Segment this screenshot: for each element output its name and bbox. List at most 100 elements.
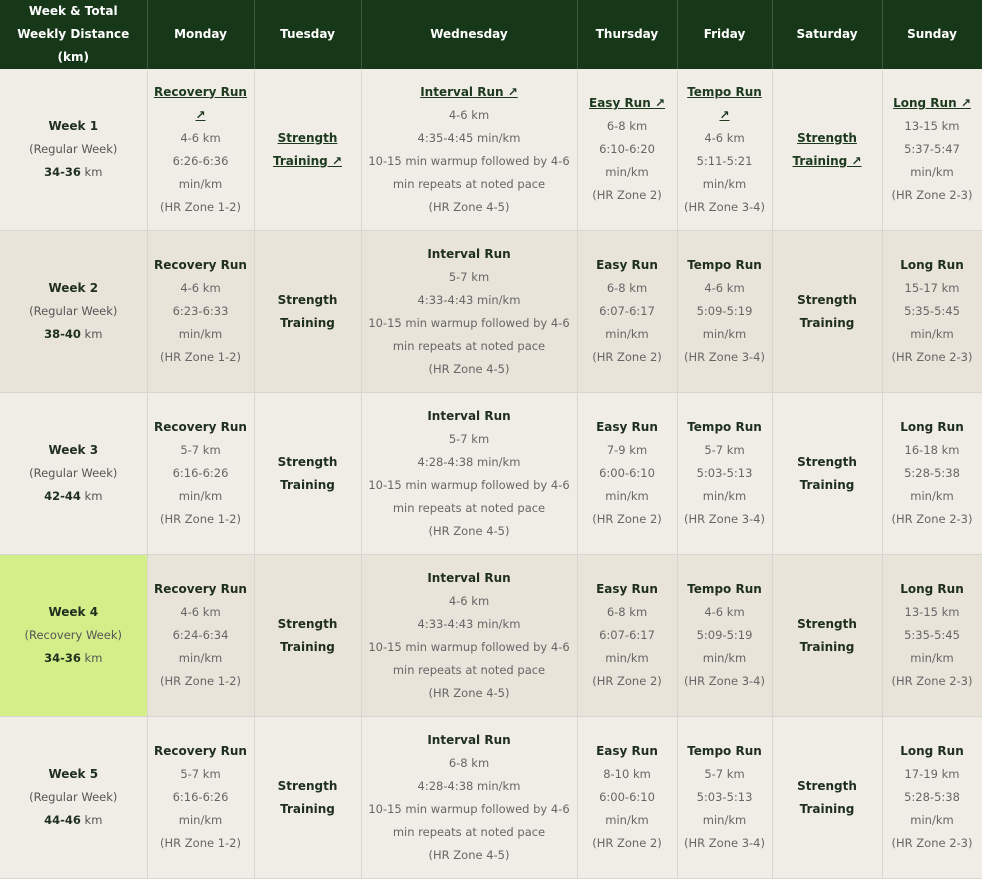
workout-detail: 4:33-4:43 min/km	[417, 616, 521, 631]
workout-detail: 6-8 km	[606, 119, 648, 133]
workout-name: Long Run	[900, 744, 964, 758]
workout-detail: (HR Zone 2-3)	[891, 836, 973, 850]
day-cell-saturday: Strength Training	[772, 554, 883, 717]
workout-detail: min/km	[702, 176, 747, 191]
workout-detail: 5:09-5:19	[696, 628, 753, 642]
week-title: Week 2	[48, 281, 99, 295]
week-type: (Recovery Week)	[24, 628, 122, 642]
header-sunday: Sunday	[882, 0, 982, 69]
workout-detail: 5-7 km	[180, 767, 221, 781]
workout-link[interactable]: Easy Run ↗	[582, 92, 673, 115]
header-week: Week & Total Weekly Distance (km)	[0, 0, 148, 69]
day-cell-wednesday: Interval Run 5-7 km 4:33-4:43 min/km 10-15 …	[361, 230, 578, 393]
workout-detail: 4-6 km	[704, 130, 745, 145]
workout-detail: (HR Zone 2)	[592, 836, 662, 850]
day-cell-tuesday: Strength Training	[254, 230, 362, 393]
day-cell-tuesday: Strength Training	[254, 716, 362, 879]
workout-name: Recovery Run	[154, 258, 247, 272]
workout-link[interactable]: Interval Run ↗	[366, 81, 573, 104]
workout-detail: min/km	[605, 489, 649, 503]
workout-name: Easy Run	[596, 420, 658, 434]
workout-detail: min/km	[178, 651, 223, 665]
workout-detail: min/km	[910, 813, 954, 827]
day-cell-wednesday: Interval Run 5-7 km 4:28-4:38 min/km 10-15 …	[361, 392, 578, 555]
workout-detail: 5:03-5:13	[696, 790, 753, 804]
workout-detail: 4-6 km	[448, 107, 490, 122]
workout-link[interactable]: Long Run ↗	[887, 92, 978, 115]
workout-name: Easy Run	[596, 744, 658, 758]
workout-detail: 6:00-6:10	[599, 466, 655, 480]
table-row: Week 3 (Regular Week) 42-44 km Recovery Run…	[0, 392, 982, 555]
day-cell-tuesday: Strength Training	[254, 392, 362, 555]
workout-name: Easy Run	[596, 258, 658, 272]
day-cell-monday: Recovery Run 4-6 km 6:24-6:34 min/km (HR Zon…	[147, 554, 255, 717]
week-title: Week 4	[48, 605, 99, 619]
workout-detail: (HR Zone 2-3)	[891, 350, 973, 364]
header-monday: Monday	[147, 0, 255, 69]
workout-name: Tempo Run	[687, 744, 762, 758]
workout-name: Interval Run	[427, 246, 511, 261]
table-row: Week 2 (Regular Week) 38-40 km Recovery Run…	[0, 230, 982, 393]
workout-detail: 5-7 km	[704, 443, 745, 457]
workout-detail: 10-15 min warmup followed by 4-6	[368, 153, 570, 168]
workout-detail: 17-19 km	[904, 767, 960, 781]
workout-detail: 4:28-4:38 min/km	[417, 454, 521, 469]
day-cell-friday: Tempo Run 5-7 km 5:03-5:13 min/km (HR Zone 3…	[677, 392, 773, 555]
workout-detail: (HR Zone 4-5)	[428, 847, 510, 862]
workout-detail: min/km	[178, 176, 223, 191]
workout-detail: 5:37-5:47	[904, 142, 960, 156]
day-cell-sunday: Long Run 13-15 km 5:35-5:45 min/km (HR Zone …	[882, 554, 982, 717]
workout-name: Interval Run	[427, 570, 511, 585]
workout-detail: 5-7 km	[704, 767, 745, 781]
workout-detail: min/km	[605, 651, 649, 665]
workout-name: Interval Run	[427, 408, 511, 423]
workout-detail: 4-6 km	[704, 281, 745, 295]
workout-detail: min/km	[605, 813, 649, 827]
workout-detail: 4-6 km	[180, 605, 221, 619]
workout-detail: (HR Zone 2-3)	[891, 674, 973, 688]
workout-name: Long Run	[900, 582, 964, 596]
workout-detail: 6:16-6:26	[172, 790, 229, 804]
workout-detail: min/km	[178, 489, 223, 503]
day-cell-friday: Tempo Run 4-6 km 5:09-5:19 min/km (HR Zone 3…	[677, 554, 773, 717]
workout-detail: min repeats at noted pace	[392, 176, 546, 191]
workout-detail: (HR Zone 1-2)	[160, 836, 241, 850]
workout-detail: 5:11-5:21	[696, 153, 753, 168]
workout-detail: 5-7 km	[448, 431, 490, 446]
strength-training-label: Strength Training	[797, 454, 857, 492]
week-type: (Regular Week)	[29, 142, 118, 156]
week-distance: 42-44 km	[44, 489, 103, 503]
workout-detail: min/km	[605, 165, 649, 179]
week-distance-value: 42-44	[44, 489, 81, 503]
workout-name: Recovery Run	[154, 582, 247, 596]
week-title: Week 5	[48, 767, 99, 781]
day-cell-saturday: Strength Training	[772, 392, 883, 555]
day-cell-saturday: Strength Training	[772, 716, 883, 879]
day-cell-wednesday: Interval Run 4-6 km 4:33-4:43 min/km 10-15 …	[361, 554, 578, 717]
day-cell-wednesday: Interval Run ↗ 4-6 km 4:35-4:45 min/km 10-1…	[361, 69, 578, 231]
workout-detail: 13-15 km	[904, 605, 960, 619]
day-cell-tuesday: Strength Training ↗	[254, 69, 362, 231]
header-row: Week & Total Weekly Distance (km) Monday…	[0, 0, 982, 69]
day-cell-thursday: Easy Run 6-8 km 6:07-6:17 min/km (HR Zone 2)	[577, 554, 678, 717]
workout-detail: 4:35-4:45 min/km	[417, 130, 521, 145]
day-cell-monday: Recovery Run 5-7 km 6:16-6:26 min/km (HR Zon…	[147, 716, 255, 879]
strength-training-label: Strength Training	[277, 616, 338, 654]
week-distance: 38-40 km	[44, 327, 103, 341]
workout-detail: 10-15 min warmup followed by 4-6	[368, 477, 570, 492]
workout-link[interactable]: Tempo Run ↗	[682, 81, 768, 127]
workout-detail: 6:26-6:36	[172, 153, 229, 168]
strength-training-label: Strength Training	[797, 616, 857, 654]
week-type: (Regular Week)	[29, 304, 118, 318]
day-cell-sunday: Long Run 16-18 km 5:28-5:38 min/km (HR Zone …	[882, 392, 982, 555]
workout-link[interactable]: Recovery Run ↗	[152, 81, 250, 127]
strength-training-label: Strength Training	[277, 454, 338, 492]
workout-detail: min/km	[910, 489, 954, 503]
strength-training-link[interactable]: Strength Training ↗	[273, 131, 342, 168]
workout-detail: 4-6 km	[448, 593, 490, 608]
workout-detail: 5:35-5:45	[904, 304, 960, 318]
strength-training-link[interactable]: Strength Training ↗	[792, 131, 861, 168]
workout-detail: 6:16-6:26	[172, 466, 229, 480]
training-plan-table: Week & Total Weekly Distance (km) Monday…	[0, 0, 982, 879]
workout-detail: 15-17 km	[904, 281, 960, 295]
